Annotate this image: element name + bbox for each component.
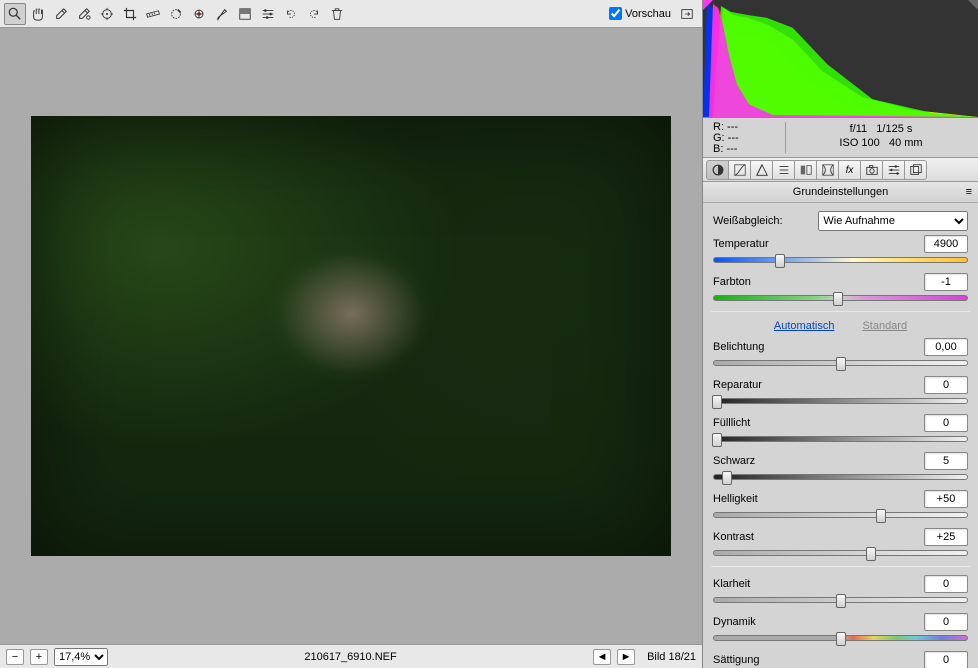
tab-presets-icon[interactable]	[882, 160, 905, 180]
exposure-label: Belichtung	[713, 341, 924, 353]
tab-camera-icon[interactable]	[860, 160, 883, 180]
exposure-slider[interactable]	[713, 360, 968, 366]
spot-removal-icon[interactable]	[165, 3, 187, 25]
contrast-value[interactable]: +25	[924, 528, 968, 546]
exposure-value[interactable]: 0,00	[924, 338, 968, 356]
clarity-label: Klarheit	[713, 578, 924, 590]
preferences-icon[interactable]	[257, 3, 279, 25]
filename-label: 210617_6910.NEF	[114, 651, 587, 663]
next-image-button[interactable]: ►	[617, 649, 635, 665]
fullscreen-icon[interactable]	[676, 3, 698, 25]
tint-value[interactable]: -1	[924, 273, 968, 291]
tab-fx-icon[interactable]: fx	[838, 160, 861, 180]
standard-link[interactable]: Standard	[862, 320, 907, 332]
filllight-label: Fülllicht	[713, 417, 924, 429]
wb-label: Weißabgleich:	[713, 215, 818, 227]
rotate-ccw-icon[interactable]	[280, 3, 302, 25]
shadow-clip-warning-icon[interactable]	[703, 0, 713, 10]
tab-split-toning-icon[interactable]	[794, 160, 817, 180]
tint-slider[interactable]	[713, 295, 968, 301]
panel-menu-icon[interactable]: ≡	[966, 186, 972, 198]
preview-checkbox-label[interactable]: Vorschau	[609, 7, 671, 20]
clarity-slider[interactable]	[713, 597, 968, 603]
clarity-value[interactable]: 0	[924, 575, 968, 593]
image-viewport[interactable]	[0, 28, 702, 644]
tab-curve-icon[interactable]	[728, 160, 751, 180]
panel-tabs: fx	[703, 158, 978, 182]
right-panel: R: --- G: --- B: --- f/11 1/125 sISO 100…	[702, 0, 978, 668]
zoom-select[interactable]: 17,4%	[54, 648, 108, 666]
black-slider[interactable]	[713, 474, 968, 480]
black-value[interactable]: 5	[924, 452, 968, 470]
left-panel: Vorschau − + 17,4% 210617_6910.NEF ◄ ► B…	[0, 0, 702, 668]
straighten-tool-icon[interactable]	[142, 3, 164, 25]
bottom-bar: − + 17,4% 210617_6910.NEF ◄ ► Bild 18/21	[0, 644, 702, 668]
recovery-slider[interactable]	[713, 398, 968, 404]
brightness-label: Helligkeit	[713, 493, 924, 505]
temperature-label: Temperatur	[713, 238, 924, 250]
tab-lens-icon[interactable]	[816, 160, 839, 180]
tab-basic-icon[interactable]	[706, 160, 729, 180]
exif-readout: f/11 1/125 sISO 100 40 mm	[794, 122, 968, 153]
black-label: Schwarz	[713, 455, 924, 467]
vibrance-value[interactable]: 0	[924, 613, 968, 631]
top-toolbar: Vorschau	[0, 0, 702, 28]
zoom-out-button[interactable]: −	[6, 649, 24, 665]
crop-tool-icon[interactable]	[119, 3, 141, 25]
section-header: Grundeinstellungen ≡	[703, 182, 978, 203]
wb-select[interactable]: Wie Aufnahme	[818, 211, 968, 231]
filllight-value[interactable]: 0	[924, 414, 968, 432]
readout-b: B: ---	[713, 144, 777, 155]
temperature-slider[interactable]	[713, 257, 968, 263]
panel-body: Weißabgleich: Wie Aufnahme Temperatur490…	[703, 203, 978, 668]
tab-snapshots-icon[interactable]	[904, 160, 927, 180]
prev-image-button[interactable]: ◄	[593, 649, 611, 665]
saturation-value[interactable]: 0	[924, 651, 968, 668]
trash-icon[interactable]	[326, 3, 348, 25]
white-balance-eyedropper-icon[interactable]	[50, 3, 72, 25]
zoom-in-button[interactable]: +	[30, 649, 48, 665]
brightness-slider[interactable]	[713, 512, 968, 518]
highlight-clip-warning-icon[interactable]	[968, 0, 978, 10]
tint-label: Farbton	[713, 276, 924, 288]
preview-checkbox[interactable]	[609, 7, 622, 20]
saturation-label: Sättigung	[713, 654, 924, 666]
tab-detail-icon[interactable]	[750, 160, 773, 180]
brightness-value[interactable]: +50	[924, 490, 968, 508]
tab-hsl-icon[interactable]	[772, 160, 795, 180]
rotate-cw-icon[interactable]	[303, 3, 325, 25]
graduated-filter-icon[interactable]	[234, 3, 256, 25]
recovery-value[interactable]: 0	[924, 376, 968, 394]
color-sampler-icon[interactable]	[73, 3, 95, 25]
photo-preview	[31, 116, 671, 556]
section-title: Grundeinstellungen	[793, 186, 888, 198]
adjustment-brush-icon[interactable]	[211, 3, 233, 25]
nav-counter: Bild 18/21	[647, 651, 696, 663]
vibrance-label: Dynamik	[713, 616, 924, 628]
hand-tool-icon[interactable]	[27, 3, 49, 25]
vibrance-slider[interactable]	[713, 635, 968, 641]
auto-link[interactable]: Automatisch	[774, 320, 835, 332]
filllight-slider[interactable]	[713, 436, 968, 442]
histogram[interactable]	[703, 0, 978, 118]
redeye-tool-icon[interactable]	[188, 3, 210, 25]
temperature-value[interactable]: 4900	[924, 235, 968, 253]
contrast-slider[interactable]	[713, 550, 968, 556]
recovery-label: Reparatur	[713, 379, 924, 391]
zoom-tool-icon[interactable]	[4, 3, 26, 25]
contrast-label: Kontrast	[713, 531, 924, 543]
info-row: R: --- G: --- B: --- f/11 1/125 sISO 100…	[703, 118, 978, 158]
targeted-adjust-icon[interactable]	[96, 3, 118, 25]
